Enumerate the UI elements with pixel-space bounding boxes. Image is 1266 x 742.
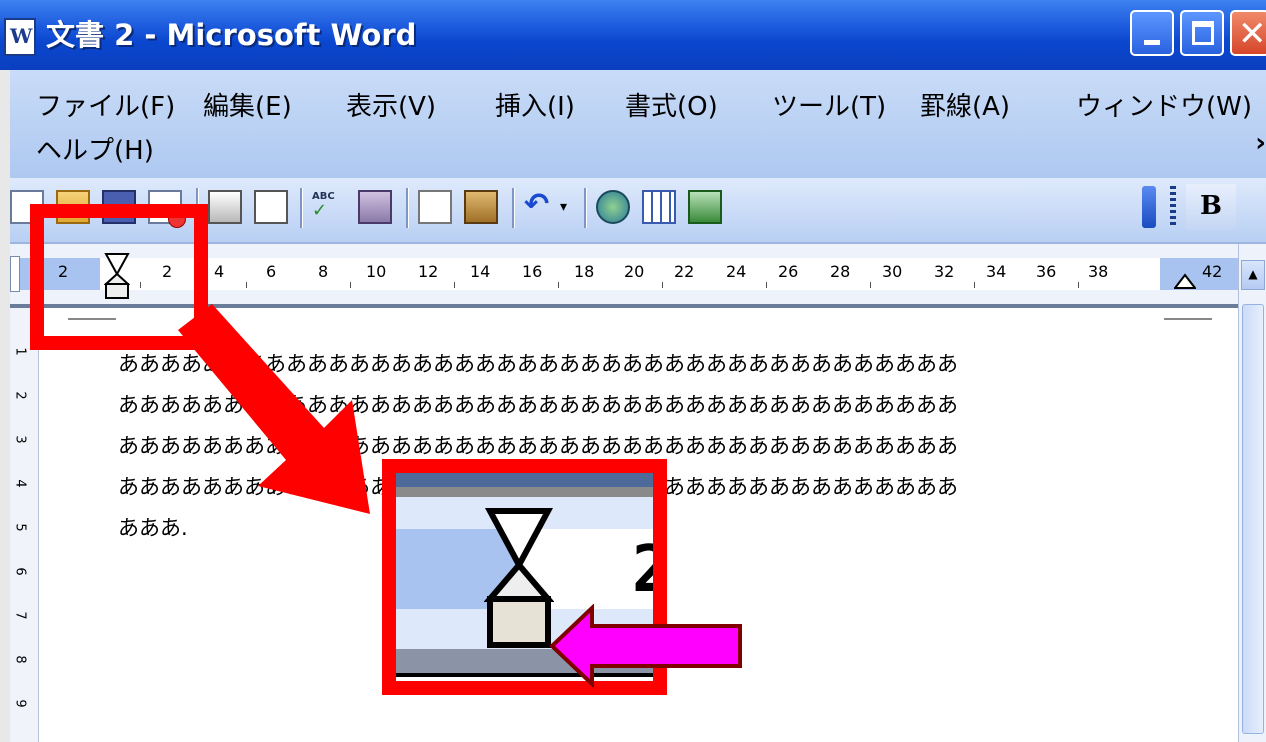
pointer-arrow-icon: [549, 604, 742, 689]
zoom-band: [522, 691, 526, 695]
zoom-indent-marker-icon: [484, 508, 554, 648]
zoom-ruler-digit: 2: [632, 533, 667, 607]
zoom-band: [396, 487, 653, 497]
zoom-band: [396, 473, 653, 487]
